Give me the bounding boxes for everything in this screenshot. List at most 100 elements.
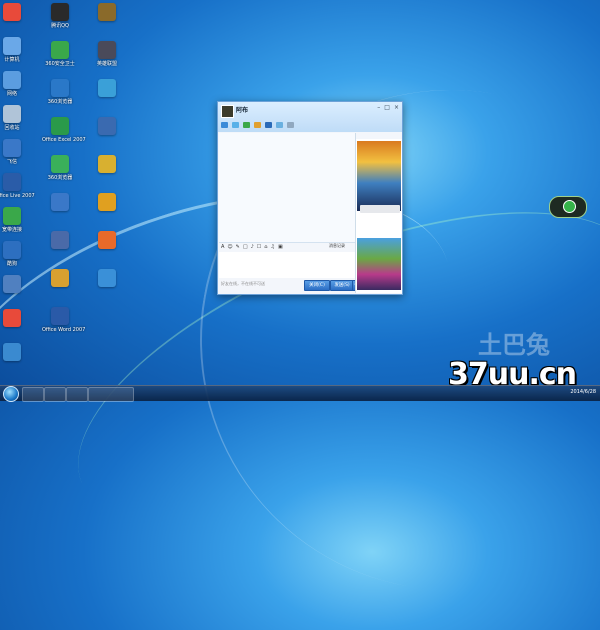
ad-banner-bottom[interactable] bbox=[357, 238, 401, 290]
desktop-icon[interactable] bbox=[89, 79, 125, 99]
chat-toolbar bbox=[221, 122, 294, 128]
message-area[interactable] bbox=[219, 133, 355, 243]
desktop-icon-label: 360安全卫士 bbox=[45, 61, 75, 67]
desktop-icon[interactable]: 360浏览器 bbox=[42, 155, 78, 181]
ad-header bbox=[356, 133, 402, 139]
tencent-qq-icon bbox=[51, 3, 69, 21]
desktop-gadget[interactable] bbox=[549, 196, 587, 218]
desktop-icon[interactable] bbox=[0, 3, 30, 23]
close-button[interactable]: 关闭(C) bbox=[304, 280, 330, 291]
chat-window-header[interactable]: 阿布 – □ × bbox=[218, 102, 402, 132]
close-icon[interactable]: × bbox=[394, 104, 399, 111]
desktop-icon[interactable] bbox=[89, 269, 125, 289]
browser-icon bbox=[51, 155, 69, 173]
minimize-icon[interactable]: – bbox=[377, 104, 380, 111]
desktop-icon[interactable] bbox=[42, 269, 78, 289]
qq-icon-left bbox=[3, 3, 21, 21]
network-icon bbox=[3, 71, 21, 89]
screen-icon[interactable] bbox=[265, 122, 272, 128]
media-icon bbox=[98, 117, 116, 135]
hint-text: 好友在线，不在线不可送 bbox=[221, 281, 265, 286]
folder-icon[interactable] bbox=[254, 122, 261, 128]
game-icon-2 bbox=[98, 193, 116, 211]
tray-clock[interactable]: 2014/6/28 bbox=[570, 389, 596, 395]
360-safe-icon bbox=[51, 41, 69, 59]
k-icon-2 bbox=[51, 193, 69, 211]
pc-icon bbox=[51, 231, 69, 249]
ad-banner-top[interactable] bbox=[357, 141, 401, 213]
fire-icon bbox=[98, 231, 116, 249]
lol-icon bbox=[98, 3, 116, 21]
pps-icon bbox=[3, 173, 21, 191]
desktop-icon[interactable]: 计算机 bbox=[0, 37, 30, 63]
desktop-icon[interactable] bbox=[89, 193, 125, 213]
history-button[interactable]: 消息记录 bbox=[329, 243, 345, 249]
desktop-icon[interactable]: Office Word 2007 bbox=[42, 307, 85, 333]
desktop-icon[interactable]: 网络 bbox=[0, 71, 30, 97]
recycle-bin-icon bbox=[3, 105, 21, 123]
bird-icon-2 bbox=[98, 79, 116, 97]
format-icon[interactable]: ☺ bbox=[227, 244, 232, 250]
desktop-icon[interactable] bbox=[0, 309, 30, 329]
shield-icon bbox=[3, 343, 21, 361]
app-icon bbox=[98, 269, 116, 287]
format-icon[interactable]: ✎ bbox=[236, 244, 240, 250]
taskbar: 2014/6/28 bbox=[0, 385, 600, 402]
format-icon[interactable]: A bbox=[221, 244, 224, 250]
maximize-icon[interactable]: □ bbox=[384, 104, 390, 111]
more-icon[interactable] bbox=[287, 122, 294, 128]
desktop-icon-label: 计算机 bbox=[4, 57, 20, 63]
desktop-icon-label: 腾讯QQ bbox=[51, 23, 69, 29]
desktop-icon[interactable]: 360浏览器 bbox=[42, 79, 78, 105]
desktop-icon[interactable]: 腾讯QQ bbox=[42, 3, 78, 29]
message-input[interactable] bbox=[219, 252, 355, 278]
desktop-icon[interactable] bbox=[42, 231, 78, 251]
desktop-icon-label: 网络 bbox=[6, 91, 17, 97]
desktop-icon-label: Office Excel 2007 bbox=[42, 137, 86, 143]
desktop-icon[interactable]: Office Excel 2007 bbox=[42, 117, 86, 143]
desktop-icon[interactable] bbox=[89, 3, 125, 23]
bird-icon bbox=[3, 139, 21, 157]
desktop-icon[interactable]: 英雄联盟 bbox=[89, 41, 125, 67]
chat-window[interactable]: 阿布 – □ × A ☺ ✎ □ ♪ ☐ ⌂ ♫ ▣ 消息记录 好友在线，不在线不可送 关闭(C… bbox=[217, 101, 403, 295]
desktop-icon-label: 360浏览器 bbox=[47, 99, 73, 105]
desktop-icon[interactable]: 360安全卫士 bbox=[42, 41, 78, 67]
desktop-icon[interactable] bbox=[89, 155, 125, 175]
avatar[interactable] bbox=[221, 105, 234, 118]
file-icon[interactable] bbox=[243, 122, 250, 128]
desktop-icon-label: 回收站 bbox=[4, 125, 20, 131]
send-button[interactable]: 发送(S) bbox=[330, 280, 354, 291]
desktop-icon-label: Office Live 2007 bbox=[0, 193, 35, 199]
ad-panel bbox=[355, 133, 402, 293]
shield-icon-2 bbox=[51, 269, 69, 287]
video-icon[interactable] bbox=[221, 122, 228, 128]
computer-icon bbox=[3, 37, 21, 55]
voice-icon[interactable] bbox=[232, 122, 239, 128]
k-icon bbox=[3, 241, 21, 259]
group-icon[interactable] bbox=[276, 122, 283, 128]
desktop-icon[interactable]: 飞信 bbox=[0, 139, 30, 165]
format-icon[interactable]: □ bbox=[243, 244, 248, 250]
desktop-icon[interactable]: Office Live 2007 bbox=[0, 173, 35, 199]
desktop-icon[interactable] bbox=[0, 275, 30, 295]
desktop-icon[interactable]: 宽带连接 bbox=[0, 207, 30, 233]
gadget-icon bbox=[563, 200, 576, 213]
desktop-icon-label: 英雄联盟 bbox=[96, 61, 117, 67]
desktop-icon[interactable] bbox=[0, 343, 30, 363]
desktop-icon[interactable]: 回收站 bbox=[0, 105, 30, 131]
format-icon[interactable]: ☐ bbox=[257, 244, 261, 250]
desktop-icon[interactable]: 酷狗 bbox=[0, 241, 30, 267]
desktop-icon[interactable] bbox=[89, 231, 125, 251]
ad-button[interactable] bbox=[360, 205, 400, 213]
format-icon[interactable]: ▣ bbox=[278, 244, 283, 250]
format-icon[interactable]: ♪ bbox=[251, 244, 254, 250]
window-title: 阿布 bbox=[236, 107, 249, 114]
desktop-icon[interactable] bbox=[89, 117, 125, 137]
format-icon[interactable]: ♫ bbox=[270, 244, 274, 250]
desktop-icon-label: 宽带连接 bbox=[1, 227, 22, 233]
desktop-icon[interactable] bbox=[42, 193, 78, 213]
ie-icon bbox=[51, 79, 69, 97]
desktop-icon-label: 酷狗 bbox=[6, 261, 17, 267]
format-icon[interactable]: ⌂ bbox=[264, 244, 267, 250]
desktop-icon-label: 飞信 bbox=[6, 159, 17, 165]
